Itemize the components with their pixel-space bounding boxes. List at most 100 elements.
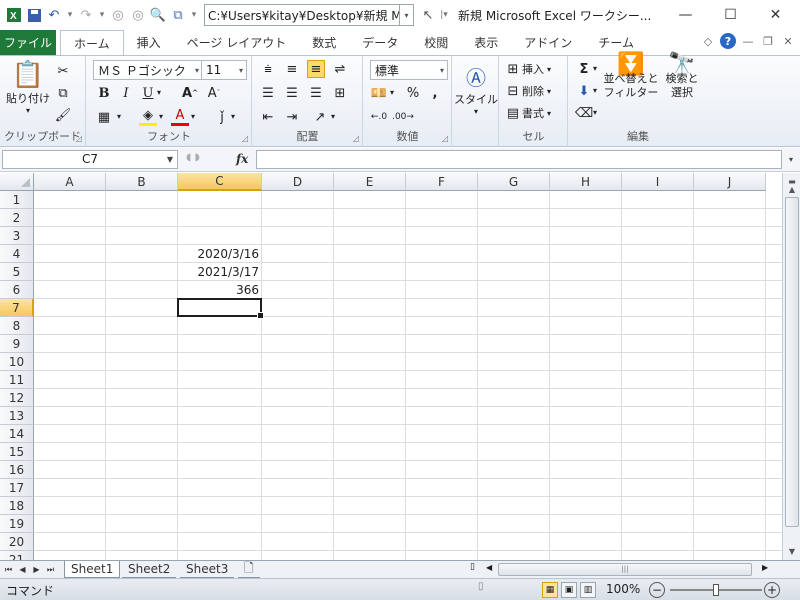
tab-split-handle[interactable]: ▯ — [470, 562, 475, 572]
autosum-icon[interactable]: Σ — [575, 60, 593, 78]
expand-formula-bar-icon[interactable]: ▾ — [784, 150, 798, 169]
italic-button[interactable]: I — [117, 84, 135, 102]
row-header-12[interactable]: 12 — [0, 389, 34, 407]
sheet-tab-2[interactable]: Sheet2 — [122, 561, 177, 578]
currency-dropdown-icon[interactable]: ▾ — [390, 88, 394, 97]
back-icon[interactable]: ◎ — [108, 5, 128, 25]
dialog-launcher-icon[interactable]: ◿ — [76, 134, 82, 143]
row-header-20[interactable]: 20 — [0, 533, 34, 551]
row-header-8[interactable]: 8 — [0, 317, 34, 335]
row-header-6[interactable]: 6 — [0, 281, 34, 299]
horizontal-scrollbar[interactable]: ◀ ||| ▶ — [486, 562, 782, 577]
worksheet-grid[interactable]: A B C D E F G H I J 1 2 3 4 5 6 7 8 9 10 11 12 13 14 15 16 17 18 19 2… — [0, 173, 782, 560]
last-sheet-icon[interactable]: ⏭ — [44, 562, 57, 577]
column-header-c[interactable]: C — [178, 173, 262, 191]
row-header-11[interactable]: 11 — [0, 371, 34, 389]
font-color-dropdown-icon[interactable]: ▾ — [191, 112, 195, 121]
redo-dropdown-icon[interactable]: ▾ — [96, 5, 108, 25]
chevron-down-icon[interactable]: ▾ — [400, 4, 414, 26]
shrink-font-icon[interactable]: Aˇ — [205, 84, 223, 102]
zoom-slider[interactable] — [670, 584, 762, 596]
clear-dropdown-icon[interactable]: ▾ — [593, 108, 597, 117]
row-header-3[interactable]: 3 — [0, 227, 34, 245]
dialog-launcher-icon[interactable]: ◿ — [353, 134, 359, 143]
workbook-minimize-icon[interactable]: — — [740, 33, 756, 49]
first-sheet-icon[interactable]: ⏮ — [2, 562, 15, 577]
autosum-dropdown-icon[interactable]: ▾ — [593, 64, 597, 73]
row-header-19[interactable]: 19 — [0, 515, 34, 533]
undo-icon[interactable]: ↶ — [44, 5, 64, 25]
align-center-icon[interactable]: ☰ — [283, 84, 301, 102]
row-header-2[interactable]: 2 — [0, 209, 34, 227]
row-header-1[interactable]: 1 — [0, 191, 34, 209]
workbook-close-icon[interactable]: ✕ — [780, 33, 796, 49]
insert-sheet-icon[interactable]: 🗋 — [238, 561, 260, 578]
dialog-launcher-icon[interactable]: ◿ — [242, 134, 248, 143]
pointer-icon[interactable]: ↖ — [418, 5, 438, 25]
print-preview-icon[interactable]: 🔍 — [148, 5, 168, 25]
next-sheet-icon[interactable]: ▶ — [30, 562, 43, 577]
close-button[interactable]: ✕ — [753, 0, 798, 30]
copy-icon[interactable]: ⧉ — [54, 84, 72, 102]
customize-qat-icon[interactable]: |▾ — [438, 5, 450, 25]
tab-page-layout[interactable]: ページ レイアウト — [174, 30, 300, 55]
merge-center-icon[interactable]: ⊞ — [331, 84, 349, 102]
percent-button[interactable]: % — [404, 84, 422, 102]
prev-sheet-icon[interactable]: ◀ — [16, 562, 29, 577]
row-header-14[interactable]: 14 — [0, 425, 34, 443]
orientation-icon[interactable]: ↗ — [311, 108, 329, 126]
zoom-out-button[interactable]: − — [649, 582, 665, 598]
scroll-down-icon[interactable]: ▼ — [784, 543, 800, 559]
bold-button[interactable]: B — [95, 84, 113, 102]
minimize-button[interactable]: — — [663, 0, 708, 30]
help-icon[interactable]: ? — [720, 33, 736, 49]
phonetic-icon[interactable]: ǰ — [213, 108, 231, 126]
column-header-e[interactable]: E — [334, 173, 406, 191]
scroll-right-icon[interactable]: ▶ — [762, 563, 768, 572]
vertical-scroll-thumb[interactable] — [785, 197, 799, 527]
fill-dropdown-icon[interactable]: ▾ — [593, 86, 597, 95]
column-header-d[interactable]: D — [262, 173, 334, 191]
fill-color-icon[interactable]: ◈ — [139, 108, 157, 126]
phonetic-dropdown-icon[interactable]: ▾ — [231, 112, 235, 121]
tab-view[interactable]: 表示 — [461, 30, 511, 55]
styles-button[interactable]: Ⓐ スタイル ▾ — [454, 62, 498, 116]
sheet-tab-3[interactable]: Sheet3 — [180, 561, 235, 578]
tab-data[interactable]: データ — [349, 30, 411, 55]
column-header-a[interactable]: A — [34, 173, 106, 191]
font-color-icon[interactable]: A — [171, 108, 189, 126]
forward-icon[interactable]: ◎ — [128, 5, 148, 25]
horizontal-scroll-thumb[interactable]: ||| — [498, 563, 752, 576]
format-cells-button[interactable]: ▤ 書式 ▾ — [504, 104, 551, 122]
share-icon[interactable]: ⧉ — [168, 5, 188, 25]
underline-button[interactable]: U — [139, 84, 157, 102]
sheet-tab-1[interactable]: Sheet1 — [64, 561, 121, 578]
orientation-dropdown-icon[interactable]: ▾ — [331, 112, 335, 121]
redo-icon[interactable]: ↷ — [76, 5, 96, 25]
tab-addins[interactable]: アドイン — [511, 30, 585, 55]
zoom-level[interactable]: 100% — [606, 582, 640, 596]
paste-button[interactable]: 📋 貼り付け ▾ — [6, 60, 50, 115]
column-header-j[interactable]: J — [694, 173, 766, 191]
align-bottom-icon[interactable]: ≡ — [307, 60, 325, 78]
vertical-scrollbar[interactable]: ▬ ▲ ▼ — [782, 173, 800, 560]
minimize-ribbon-icon[interactable]: ◇ — [700, 33, 716, 49]
align-right-icon[interactable]: ☰ — [307, 84, 325, 102]
insert-function-button[interactable]: fx — [236, 152, 248, 166]
fill-color-dropdown-icon[interactable]: ▾ — [159, 112, 163, 121]
cut-icon[interactable]: ✂ — [54, 62, 72, 80]
format-painter-icon[interactable]: 🖌 — [54, 106, 72, 124]
column-header-b[interactable]: B — [106, 173, 178, 191]
row-header-5[interactable]: 5 — [0, 263, 34, 281]
row-header-18[interactable]: 18 — [0, 497, 34, 515]
row-header-10[interactable]: 10 — [0, 353, 34, 371]
row-header-16[interactable]: 16 — [0, 461, 34, 479]
page-layout-view-icon[interactable]: ▣ — [561, 582, 577, 598]
align-left-icon[interactable]: ☰ — [259, 84, 277, 102]
column-header-i[interactable]: I — [622, 173, 694, 191]
normal-view-icon[interactable]: ▦ — [542, 582, 558, 598]
row-header-13[interactable]: 13 — [0, 407, 34, 425]
tab-insert[interactable]: 挿入 — [124, 30, 174, 55]
decrease-indent-icon[interactable]: ⇤ — [259, 108, 277, 126]
undo-dropdown-icon[interactable]: ▾ — [64, 5, 76, 25]
